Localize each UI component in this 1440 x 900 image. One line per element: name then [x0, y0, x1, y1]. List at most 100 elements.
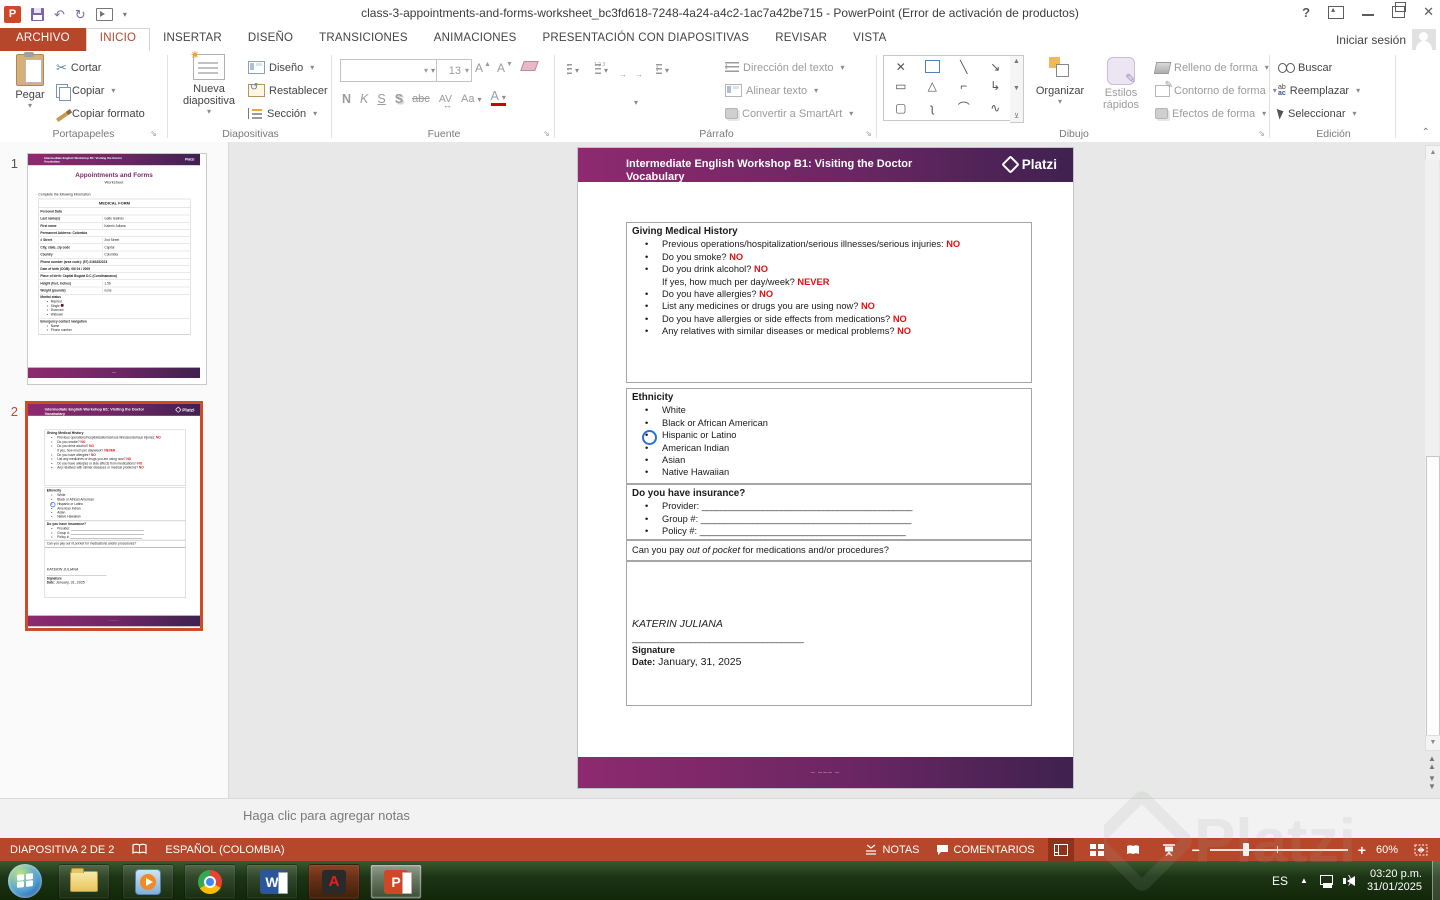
drawing-dialog-launcher-icon[interactable]: ⇘ [1256, 128, 1267, 139]
justify-button[interactable] [611, 100, 619, 104]
normal-view-button[interactable] [1047, 838, 1074, 861]
notes-toggle[interactable]: NOTAS [862, 838, 922, 861]
ethnicity-box[interactable]: Ethnicity White Black or African America… [626, 388, 1032, 484]
start-slideshow-icon[interactable] [95, 7, 113, 21]
language-indicator[interactable]: ESPAÑOL (COLOMBIA) [165, 844, 284, 856]
scrollbar-thumb[interactable] [1426, 456, 1440, 748]
font-color-button[interactable]: A [490, 90, 506, 106]
new-slide-button[interactable]: Nueva diapositiva ▾ [178, 48, 240, 116]
format-painter-button[interactable]: Copiar formato [55, 103, 145, 124]
arrange-button[interactable]: Organizar ▾ [1031, 57, 1089, 106]
find-button[interactable]: Buscar [1278, 57, 1332, 78]
layout-button[interactable]: Diseño [248, 57, 314, 78]
shape-icon-11[interactable]: ∿ [990, 101, 1000, 115]
tab-transiciones[interactable]: TRANSICIONES [306, 28, 421, 51]
slide-canvas[interactable]: Intermediate English Workshop B1: Visiti… [578, 148, 1073, 788]
font-dialog-launcher-icon[interactable]: ⇘ [541, 128, 552, 139]
section-button[interactable]: Sección [248, 103, 317, 124]
slide-sorter-view-button[interactable] [1084, 838, 1110, 861]
insurance-box[interactable]: Do you have insurance? Provider: _______… [626, 484, 1032, 540]
close-icon[interactable]: ✕ [1423, 4, 1434, 20]
tab-presentacion[interactable]: PRESENTACIÓN CON DIAPOSITIVAS [530, 28, 763, 51]
shape-icon-8[interactable]: ▢ [895, 101, 906, 115]
next-slide-icon[interactable]: ▼ ▼ [1425, 775, 1439, 791]
shape-icon-3[interactable]: ↘ [990, 60, 1000, 74]
align-left-button[interactable] [563, 100, 571, 104]
signature-box[interactable]: KATERIN JULIANA ________________________… [626, 561, 1032, 706]
comments-toggle[interactable]: COMENTARIOS [933, 838, 1038, 861]
zoom-slider-knob[interactable] [1242, 843, 1249, 856]
tab-vista[interactable]: VISTA [840, 28, 899, 51]
insurance-box[interactable]: Do you have insurance? Provider: _______… [44, 520, 186, 541]
italic-button[interactable]: K [360, 92, 368, 106]
columns-button[interactable] [627, 94, 642, 110]
copy-button[interactable]: Copiar [56, 80, 115, 101]
sign-in-link[interactable]: Iniciar sesión [1336, 33, 1406, 47]
medical-history-box[interactable]: Giving Medical History Previous operatio… [626, 222, 1032, 383]
slide-header-bar[interactable]: Intermediate English Workshop B1: Visiti… [28, 404, 200, 416]
text-direction-button[interactable]: Dirección del texto [724, 57, 845, 78]
scroll-up-icon[interactable]: ▲ [1425, 145, 1440, 161]
shapes-gallery-scrollbar[interactable]: ▲ ▼ ⊻ [1010, 55, 1024, 123]
slide-header-bar[interactable]: Intermediate English Workshop B1: Visiti… [578, 148, 1073, 182]
zoom-level[interactable]: 60% [1376, 844, 1398, 856]
taskbar-chrome[interactable] [184, 864, 236, 899]
line-spacing-button[interactable] [652, 62, 673, 78]
network-icon[interactable] [1319, 874, 1335, 888]
increase-indent-button[interactable] [636, 68, 644, 72]
zoom-slider[interactable] [1209, 838, 1348, 861]
previous-slide-icon[interactable]: ▲ ▲ [1425, 755, 1439, 771]
clear-formatting-icon[interactable] [520, 61, 539, 71]
align-text-button[interactable]: Alinear texto [725, 80, 818, 101]
slideshow-view-button[interactable] [1156, 838, 1182, 861]
shapes-gallery[interactable]: ✕ ╲ ↘ ▭ △ ⌐ ↳ ▢ ʅ ⌒ ∿ [883, 55, 1013, 121]
numbering-button[interactable] [591, 62, 612, 78]
replace-button[interactable]: ab ac Reemplazar [1278, 80, 1360, 101]
font-size-combo[interactable]: 13 ▾ [436, 59, 472, 82]
grow-font-button[interactable]: A ▲ [472, 61, 494, 75]
tray-show-hidden-icon[interactable]: ▲ [1300, 876, 1308, 885]
decrease-indent-button[interactable] [620, 68, 628, 72]
bullets-button[interactable] [563, 62, 583, 78]
shape-icon-0[interactable]: ✕ [896, 60, 906, 74]
customize-qat-icon[interactable]: ▾ [123, 10, 127, 19]
bold-button[interactable]: N [342, 92, 351, 106]
start-button[interactable] [8, 864, 42, 898]
paragraph-dialog-launcher-icon[interactable]: ⇘ [863, 128, 874, 139]
shape-icon-6[interactable]: ⌐ [960, 79, 967, 93]
tab-animaciones[interactable]: ANIMACIONES [421, 28, 530, 51]
show-desktop-button[interactable] [1432, 861, 1440, 900]
align-right-button[interactable] [595, 100, 603, 104]
tray-clock[interactable]: 03:20 p.m. 31/01/2025 [1367, 868, 1422, 894]
taskbar-media-player[interactable] [122, 864, 174, 899]
scrollbar-track[interactable] [1425, 160, 1440, 748]
shape-effects-button[interactable]: Efectos de forma [1155, 103, 1266, 124]
out-of-pocket-box[interactable]: Can you pay out of pocket for medication… [44, 540, 186, 548]
reading-view-button[interactable] [1120, 838, 1146, 861]
shrink-font-button[interactable]: A ▼ [494, 61, 516, 75]
zoom-in-button[interactable]: + [1358, 843, 1366, 857]
select-button[interactable]: Seleccionar [1276, 103, 1357, 124]
taskbar-acrobat[interactable]: A [308, 864, 360, 899]
tray-language[interactable]: ES [1272, 874, 1288, 888]
text-box-icon[interactable] [924, 60, 940, 74]
shape-fill-button[interactable]: Relleno de forma [1153, 57, 1269, 78]
change-case-button[interactable]: Aa [461, 93, 481, 105]
tab-inicio[interactable]: INICIO [85, 28, 151, 51]
character-spacing-button[interactable]: AV [439, 93, 452, 110]
out-of-pocket-box[interactable]: Can you pay out of pocket for medication… [626, 540, 1032, 561]
taskbar-word[interactable]: W [246, 864, 298, 899]
shape-icon-9[interactable]: ʅ [931, 101, 934, 115]
ribbon-display-options-icon[interactable] [1328, 5, 1345, 19]
vertical-scrollbar[interactable]: ▲ ▼ ▲ ▲ ▼ ▼ [1424, 145, 1440, 793]
powerpoint-app-icon[interactable]: P [4, 5, 21, 23]
volume-icon[interactable] [1342, 874, 1355, 886]
slide-1-thumbnail[interactable]: Intermediate English Workshop B1: Visiti… [28, 154, 206, 384]
undo-icon[interactable]: ↶ [54, 8, 65, 21]
shape-icon-5[interactable]: △ [928, 79, 937, 93]
ethnicity-box[interactable]: Ethnicity White Black or African America… [44, 487, 186, 521]
shape-icon-2[interactable]: ╲ [960, 60, 967, 74]
slide-2-thumbnail[interactable]: Intermediate English Workshop B1: Visiti… [28, 404, 200, 628]
shape-icon-7[interactable]: ↳ [990, 79, 1000, 93]
user-avatar[interactable] [1412, 29, 1436, 50]
